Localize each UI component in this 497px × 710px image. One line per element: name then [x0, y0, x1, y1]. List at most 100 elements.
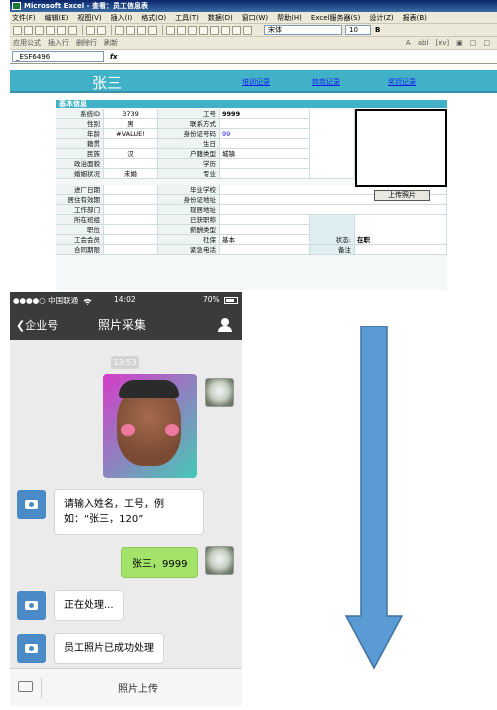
upload-photo-button[interactable]: 上传照片: [374, 190, 430, 201]
bot-avatar[interactable]: [17, 591, 46, 620]
spellcheck-icon[interactable]: [86, 25, 95, 35]
menu-view[interactable]: 视图(V): [77, 13, 101, 23]
idcard-value[interactable]: 99: [220, 129, 310, 139]
field-tool-button[interactable]: [xv]: [435, 39, 449, 47]
bot-avatar[interactable]: [17, 490, 46, 519]
fx-icon[interactable]: fx: [110, 53, 118, 61]
font-name-select[interactable]: 宋体: [264, 25, 342, 35]
union-value[interactable]: [104, 235, 158, 245]
save-icon[interactable]: [35, 25, 44, 35]
down-arrow: [344, 326, 404, 670]
delete-row-button[interactable]: 删除行: [76, 38, 97, 48]
age-value[interactable]: #VALUE!: [104, 129, 158, 139]
politics-value[interactable]: [104, 159, 158, 169]
education-value[interactable]: [220, 159, 310, 169]
id-address-label: 身份证地址: [158, 195, 220, 205]
join-date-value[interactable]: [104, 185, 158, 195]
salary-value[interactable]: [220, 225, 310, 235]
photo-message[interactable]: [103, 374, 197, 478]
marital-value[interactable]: 未婚: [104, 169, 158, 179]
menu-window[interactable]: 窗口(W): [242, 13, 268, 23]
title-value[interactable]: [220, 215, 310, 225]
label-tool-button[interactable]: A: [406, 39, 411, 47]
residence-label: 居住有效期: [56, 195, 104, 205]
redo-icon[interactable]: [177, 25, 186, 35]
menu-edit[interactable]: 编辑(E): [45, 13, 69, 23]
user-avatar[interactable]: [205, 378, 234, 407]
undo-icon[interactable]: [166, 25, 175, 35]
ethnic-value[interactable]: 汉: [104, 149, 158, 159]
insert-row-button[interactable]: 插入行: [48, 38, 69, 48]
open-icon[interactable]: [24, 25, 33, 35]
textbox-tool-button[interactable]: abl: [418, 39, 429, 47]
menu-tools[interactable]: 工具(T): [175, 13, 199, 23]
current-address-value[interactable]: [220, 205, 447, 215]
back-label: 企业号: [25, 319, 59, 332]
apply-formula-button[interactable]: 应用公式: [13, 38, 41, 48]
major-value[interactable]: [220, 169, 310, 179]
hukou-value[interactable]: 城镇: [220, 149, 310, 159]
research-icon[interactable]: [97, 25, 106, 35]
person-icon[interactable]: [218, 318, 232, 332]
department-value[interactable]: [104, 205, 158, 215]
employee-photo-box[interactable]: [355, 109, 447, 187]
name-box[interactable]: _ESF6496: [12, 51, 104, 62]
gender-value[interactable]: 男: [104, 119, 158, 129]
menu-excel-server[interactable]: Excel服务器(S): [311, 13, 360, 23]
menu-data[interactable]: 数据(D): [208, 13, 233, 23]
autosum-icon[interactable]: [199, 25, 208, 35]
frame-tool-button[interactable]: ▣: [456, 39, 463, 47]
help-icon[interactable]: [243, 25, 252, 35]
menu-report[interactable]: 报表(B): [403, 13, 427, 23]
font-size-select[interactable]: 10: [345, 25, 371, 35]
sort-asc-icon[interactable]: [210, 25, 219, 35]
staff-id-value[interactable]: 3739: [104, 109, 158, 119]
transfer-record-link[interactable]: 转岗记录: [312, 77, 340, 87]
major-label: 专业: [158, 169, 220, 179]
residence-value[interactable]: [104, 195, 158, 205]
menu-insert[interactable]: 插入(I): [111, 13, 133, 23]
paste-icon[interactable]: [137, 25, 146, 35]
job-no-value[interactable]: 9999: [220, 109, 310, 119]
training-record-link[interactable]: 培训记录: [242, 77, 270, 87]
reward-record-link[interactable]: 奖罚记录: [388, 77, 416, 87]
team-label: 所在班组: [56, 215, 104, 225]
cut-icon[interactable]: [115, 25, 124, 35]
menu-help[interactable]: 帮助(H): [277, 13, 302, 23]
menu-design[interactable]: 设计(Z): [369, 13, 393, 23]
user-avatar[interactable]: [205, 546, 234, 575]
format-painter-icon[interactable]: [148, 25, 157, 35]
box-tool-button[interactable]: □: [470, 39, 477, 47]
refresh-button[interactable]: 刷新: [104, 38, 118, 48]
photo-upload-menu[interactable]: 照片上传: [118, 680, 158, 695]
keyboard-icon[interactable]: [18, 681, 33, 692]
contact-value[interactable]: [220, 119, 310, 129]
box-tool-button-2[interactable]: □: [483, 39, 490, 47]
hukou-label: 户籍类型: [158, 149, 220, 159]
emergency-value[interactable]: [220, 245, 310, 255]
native-value[interactable]: [104, 139, 158, 149]
bot-avatar[interactable]: [17, 634, 46, 663]
note-value[interactable]: [355, 245, 447, 255]
school-label: 毕业学校: [158, 185, 220, 195]
menu-format[interactable]: 格式(O): [141, 13, 166, 23]
current-address-label: 现居地址: [158, 205, 220, 215]
menu-file[interactable]: 文件(F): [12, 13, 36, 23]
birthday-value[interactable]: [220, 139, 310, 149]
contract-value[interactable]: [104, 245, 158, 255]
status-value[interactable]: 在职: [355, 235, 447, 245]
new-icon[interactable]: [13, 25, 22, 35]
back-button[interactable]: ❮企业号: [16, 317, 58, 333]
hyperlink-icon[interactable]: [188, 25, 197, 35]
chart-icon[interactable]: [232, 25, 241, 35]
position-value[interactable]: [104, 225, 158, 235]
preview-icon[interactable]: [68, 25, 77, 35]
insurance-value[interactable]: 基本: [220, 235, 310, 245]
permission-icon[interactable]: [46, 25, 55, 35]
team-value[interactable]: [104, 215, 158, 225]
sort-desc-icon[interactable]: [221, 25, 230, 35]
copy-icon[interactable]: [126, 25, 135, 35]
marital-label: 婚姻状况: [56, 169, 104, 179]
print-icon[interactable]: [57, 25, 66, 35]
bold-button[interactable]: B: [375, 26, 380, 34]
